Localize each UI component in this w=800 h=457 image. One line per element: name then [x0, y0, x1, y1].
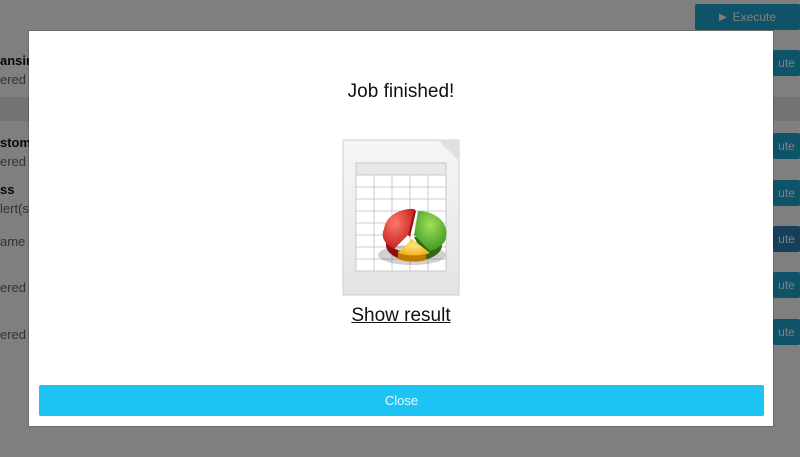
dialog-title: Job finished! [347, 81, 455, 102]
close-button[interactable]: Close [39, 385, 764, 416]
job-finished-dialog: Job finished! Show result Close [29, 31, 773, 426]
spreadsheet-pie-chart-icon[interactable] [342, 139, 460, 296]
show-result-link[interactable]: Show result [29, 305, 773, 327]
